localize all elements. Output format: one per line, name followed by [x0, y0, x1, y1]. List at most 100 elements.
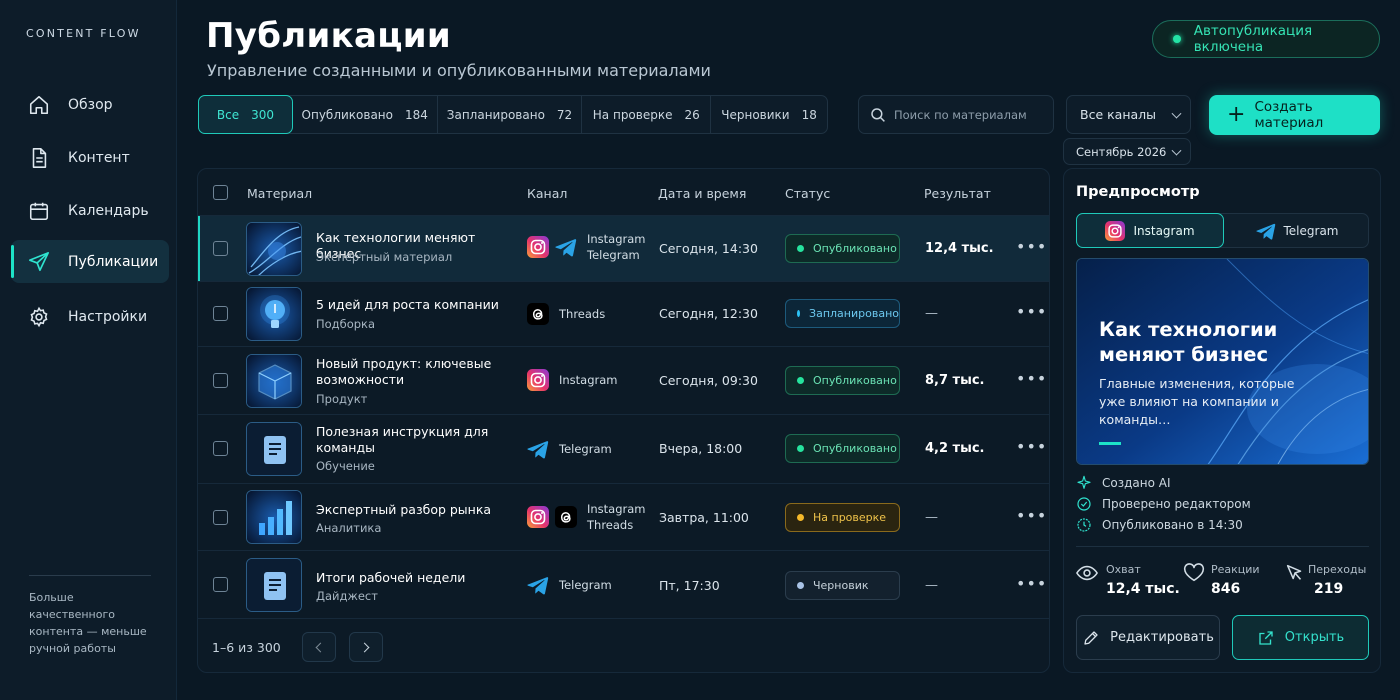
- row-checkbox[interactable]: [213, 241, 228, 256]
- instagram-icon: [1105, 221, 1125, 241]
- tab-telegram[interactable]: Telegram: [1224, 214, 1370, 247]
- channel-cell: Instagram Telegram: [527, 231, 646, 263]
- row-checkbox[interactable]: [213, 510, 228, 525]
- sidebar-item-label: Обзор: [68, 96, 113, 113]
- sidebar-item-settings[interactable]: Настройки: [11, 295, 169, 338]
- publish-datetime: Сегодня, 09:30: [659, 373, 758, 388]
- tab-instagram[interactable]: Instagram: [1076, 213, 1224, 248]
- month-select[interactable]: Сентябрь 2026: [1063, 138, 1191, 165]
- create-material-button[interactable]: + Создать материал: [1209, 95, 1380, 135]
- autopublish-label: Автопубликация включена: [1193, 23, 1313, 55]
- more-actions-icon[interactable]: •••: [1016, 574, 1047, 593]
- publish-datetime: Вчера, 18:00: [659, 441, 743, 456]
- search-input[interactable]: [894, 107, 1044, 122]
- channel-cell: Threads: [527, 303, 605, 325]
- brand-logo: CONTENT FLOW: [26, 27, 141, 40]
- cube-icon: [246, 354, 302, 408]
- filter-review[interactable]: На проверке 26: [582, 96, 712, 133]
- check-label: Создано AI: [1102, 476, 1171, 490]
- filter-label: Опубликовано: [301, 107, 393, 122]
- publish-datetime: Сегодня, 14:30: [659, 241, 758, 256]
- material-subtitle: Экспертный материал: [316, 250, 453, 264]
- autopublish-toggle[interactable]: Автопубликация включена: [1152, 20, 1380, 58]
- external-link-icon: [1259, 630, 1273, 645]
- filter-scheduled[interactable]: Запланировано 72: [438, 96, 583, 133]
- telegram-icon: [1256, 221, 1276, 241]
- status-badge: Черновик: [785, 571, 900, 600]
- next-page-button[interactable]: [349, 632, 383, 662]
- more-actions-icon[interactable]: •••: [1016, 237, 1047, 256]
- stat-label: Переходы: [1308, 563, 1367, 576]
- publish-datetime: Завтра, 11:00: [659, 510, 749, 525]
- status-dot-icon: [797, 377, 804, 384]
- filter-count: 18: [801, 107, 817, 122]
- table-row[interactable]: Итоги рабочей недели Дайджест Telegram П…: [198, 551, 1049, 619]
- filter-drafts[interactable]: Черновики 18: [711, 96, 827, 133]
- more-actions-icon[interactable]: •••: [1016, 437, 1047, 456]
- sidebar-item-publications[interactable]: Публикации: [11, 240, 169, 283]
- preview-title: Предпросмотр: [1076, 184, 1200, 200]
- post-preview-image: Как технологии меняют бизнес Главные изм…: [1076, 258, 1369, 465]
- calendar-icon: [29, 202, 49, 220]
- material-subtitle: Подборка: [316, 317, 376, 331]
- preview-post-text: Главные изменения, которые уже влияют на…: [1099, 376, 1295, 427]
- sidebar-item-overview[interactable]: Обзор: [11, 83, 169, 126]
- material-subtitle: Аналитика: [316, 521, 382, 535]
- sidebar-item-calendar[interactable]: Календарь: [11, 189, 169, 232]
- channel-select-value: Все каналы: [1080, 107, 1157, 122]
- filter-count: 184: [405, 107, 428, 122]
- sidebar-item-label: Контент: [68, 149, 130, 166]
- row-checkbox[interactable]: [213, 373, 228, 388]
- instagram-icon: [527, 369, 549, 391]
- eye-icon: [1076, 565, 1098, 581]
- table-row[interactable]: Полезная инструкция для команды Обучение…: [198, 415, 1049, 484]
- filter-count: 300: [251, 107, 274, 122]
- open-button-label: Открыть: [1284, 630, 1345, 645]
- status-label: Запланировано: [809, 307, 899, 320]
- more-actions-icon[interactable]: •••: [1016, 506, 1047, 525]
- preview-divider: [1076, 546, 1369, 547]
- row-checkbox[interactable]: [213, 577, 228, 592]
- channel-select[interactable]: Все каналы: [1066, 95, 1191, 134]
- document-icon: [246, 558, 302, 612]
- status-label: Опубликовано: [813, 442, 897, 455]
- table-row[interactable]: 5 идей для роста компании Подборка Threa…: [198, 282, 1049, 347]
- channel-cell: Telegram: [527, 574, 612, 596]
- heart-icon: [1183, 563, 1205, 582]
- table-row[interactable]: Как технологии меняют бизнес Экспертный …: [198, 216, 1049, 282]
- column-header-channel: Канал: [527, 186, 568, 201]
- clock-check-icon: [1077, 518, 1091, 532]
- table-row[interactable]: Экспертный разбор рынка Аналитика Instag…: [198, 484, 1049, 551]
- status-label: На проверке: [813, 511, 887, 524]
- status-dot-icon: [1173, 35, 1181, 43]
- sidebar-item-label: Настройки: [68, 308, 148, 325]
- sidebar-divider: [29, 575, 151, 576]
- status-badge: Опубликовано: [785, 366, 900, 395]
- filter-all[interactable]: Все 300: [198, 95, 293, 134]
- publish-datetime: Сегодня, 12:30: [659, 306, 758, 321]
- material-title: Полезная инструкция для команды: [316, 424, 489, 455]
- prev-page-button[interactable]: [302, 632, 336, 662]
- table-row[interactable]: Новый продукт: ключевые возможности Прод…: [198, 347, 1049, 415]
- row-checkbox[interactable]: [213, 306, 228, 321]
- channel-name: Telegram: [587, 248, 640, 262]
- select-all-checkbox[interactable]: [213, 185, 228, 200]
- chevron-right-icon: [359, 642, 370, 652]
- more-actions-icon[interactable]: •••: [1016, 369, 1047, 388]
- edit-button[interactable]: Редактировать: [1076, 615, 1220, 660]
- threads-icon: [527, 303, 549, 325]
- filter-count: 72: [556, 107, 573, 122]
- material-title: Экспертный разбор рынка: [316, 502, 492, 517]
- row-checkbox[interactable]: [213, 441, 228, 456]
- tab-label: Telegram: [1283, 223, 1339, 238]
- more-actions-icon[interactable]: •••: [1016, 302, 1047, 321]
- sidebar-item-content[interactable]: Контент: [11, 136, 169, 179]
- filter-published[interactable]: Опубликовано 184: [293, 96, 438, 133]
- channel-cell: Instagram Threads: [527, 501, 646, 533]
- material-subtitle: Обучение: [316, 459, 375, 473]
- check-item: Опубликовано в 14:30: [1076, 517, 1243, 533]
- result-value: 12,4 тыс.: [925, 241, 994, 256]
- open-button[interactable]: Открыть: [1232, 615, 1369, 660]
- status-dot-icon: [797, 445, 804, 452]
- check-item: Создано AI: [1076, 475, 1171, 491]
